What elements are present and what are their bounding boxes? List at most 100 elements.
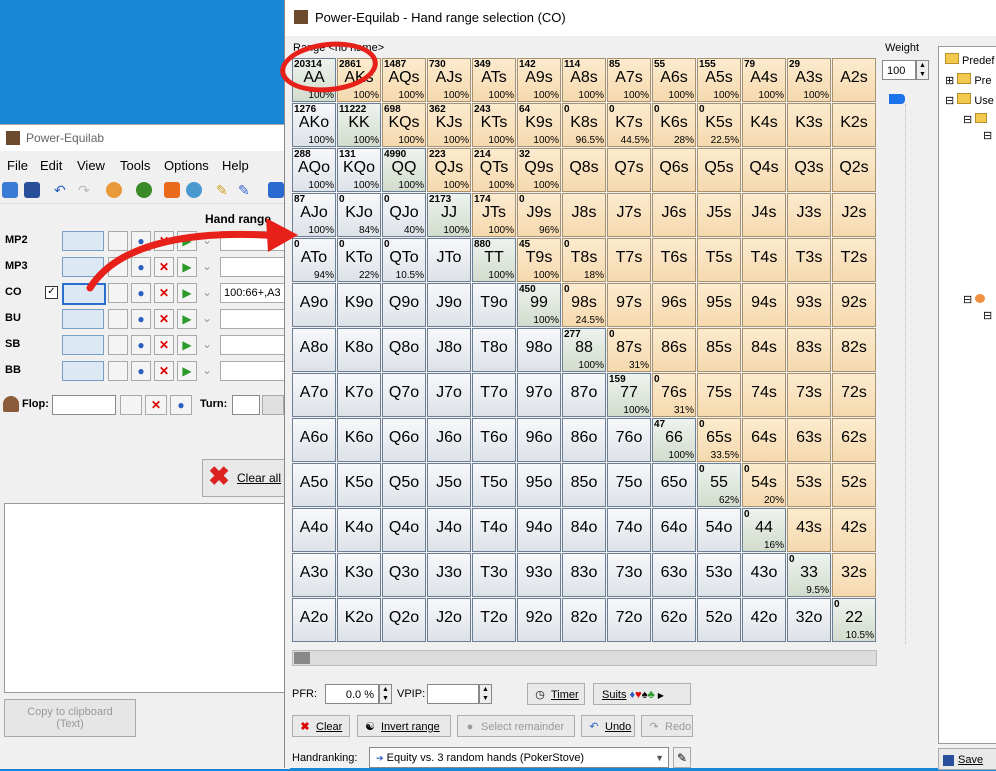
hand-cell-ATs[interactable]: 349 ATs 100%: [472, 58, 516, 102]
hand-cell-K5s[interactable]: 0 K5s 22.5%: [697, 103, 741, 147]
hand-cell-A2s[interactable]: A2s: [832, 58, 876, 102]
hand-cell-96o[interactable]: 96o: [517, 418, 561, 462]
hand-cell-62o[interactable]: 62o: [652, 598, 696, 642]
hand-cell-94o[interactable]: 94o: [517, 508, 561, 552]
hand-cell-84s[interactable]: 84s: [742, 328, 786, 372]
menu-view[interactable]: View: [77, 158, 105, 173]
pfr-input[interactable]: 0.0 %: [325, 684, 379, 704]
hand-cell-86o[interactable]: 86o: [562, 418, 606, 462]
select-remainder-button[interactable]: ● Select remainder: [457, 715, 575, 737]
pfr-spinner[interactable]: ▲ ▼: [379, 684, 392, 704]
hand-cell-42s[interactable]: 42s: [832, 508, 876, 552]
hand-cell-Q9s[interactable]: 32 Q9s 100%: [517, 148, 561, 192]
chevron-down-icon[interactable]: ⌄: [200, 309, 214, 327]
hand-cell-A8s[interactable]: 114 A8s 100%: [562, 58, 606, 102]
hand-cell-95s[interactable]: 95s: [697, 283, 741, 327]
tree-node-predefined[interactable]: Predef: [945, 53, 994, 67]
flop-card-picker-button[interactable]: [120, 395, 142, 415]
tree-expand-icon[interactable]: ⊟: [983, 129, 992, 142]
hand-cell-QJs[interactable]: 223 QJs 100%: [427, 148, 471, 192]
hand-cell-98o[interactable]: 98o: [517, 328, 561, 372]
hand-cell-85s[interactable]: 85s: [697, 328, 741, 372]
hand-cell-K9s[interactable]: 64 K9s 100%: [517, 103, 561, 147]
hand-cell-63o[interactable]: 63o: [652, 553, 696, 597]
hand-cell-92o[interactable]: 92o: [517, 598, 561, 642]
timer-button[interactable]: ◷ Timer: [527, 683, 585, 705]
weight-spinner[interactable]: ▲ ▼: [916, 60, 929, 80]
hand-cell-Q8s[interactable]: Q8s: [562, 148, 606, 192]
hand-cell-64o[interactable]: 64o: [652, 508, 696, 552]
vpip-spinner[interactable]: ▲ ▼: [479, 684, 492, 704]
hand-cell-J9s[interactable]: 0 J9s 96%: [517, 193, 561, 237]
hand-cell-A6s[interactable]: 55 A6s 100%: [652, 58, 696, 102]
hand-cell-J7o[interactable]: J7o: [427, 373, 471, 417]
hand-cell-65s[interactable]: 0 65s 33.5%: [697, 418, 741, 462]
clear-button[interactable]: ✖ Clear: [292, 715, 350, 737]
card-picker-button[interactable]: [108, 309, 128, 329]
hand-cell-J7s[interactable]: J7s: [607, 193, 651, 237]
position-checkbox[interactable]: ✓: [45, 286, 58, 299]
redo-icon[interactable]: ↷: [78, 182, 94, 198]
hand-cell-JJ[interactable]: 2173 JJ 100%: [427, 193, 471, 237]
hand-cell-43o[interactable]: 43o: [742, 553, 786, 597]
hand-cell-Q4o[interactable]: Q4o: [382, 508, 426, 552]
hand-cell-Q5o[interactable]: Q5o: [382, 463, 426, 507]
hand-cell-Q7s[interactable]: Q7s: [607, 148, 651, 192]
hand-cell-K3s[interactable]: K3s: [787, 103, 831, 147]
undo-icon[interactable]: ↶: [54, 182, 70, 198]
tree-icon[interactable]: [136, 182, 152, 198]
hand-cell-77[interactable]: 159 77 100%: [607, 373, 651, 417]
hand-cell-93s[interactable]: 93s: [787, 283, 831, 327]
hand-cell-QTo[interactable]: 0 QTo 10.5%: [382, 238, 426, 282]
hand-cell-K7s[interactable]: 0 K7s 44.5%: [607, 103, 651, 147]
hand-cell-J4s[interactable]: J4s: [742, 193, 786, 237]
hand-cell-75o[interactable]: 75o: [607, 463, 651, 507]
hand-cell-Q2s[interactable]: Q2s: [832, 148, 876, 192]
hand-cell-Q6s[interactable]: Q6s: [652, 148, 696, 192]
hand-cell-T6s[interactable]: T6s: [652, 238, 696, 282]
chevron-down-icon[interactable]: ⌄: [200, 361, 214, 379]
hand-cell-T9o[interactable]: T9o: [472, 283, 516, 327]
menu-tools[interactable]: Tools: [120, 158, 150, 173]
hand-cell-KJo[interactable]: 0 KJo 84%: [337, 193, 381, 237]
hand-cell-97s[interactable]: 97s: [607, 283, 651, 327]
hand-cell-93o[interactable]: 93o: [517, 553, 561, 597]
hand-cell-J6s[interactable]: J6s: [652, 193, 696, 237]
turn-card-picker-button[interactable]: [262, 395, 284, 415]
play-icon[interactable]: ▶: [177, 361, 197, 381]
chips-icon[interactable]: ●: [131, 335, 151, 355]
hand-cell-QJo[interactable]: 0 QJo 40%: [382, 193, 426, 237]
diamond-icon[interactable]: [268, 182, 284, 198]
chevron-down-icon[interactable]: ⌄: [200, 335, 214, 353]
copy-to-clipboard-button[interactable]: Copy to clipboard (Text): [4, 699, 136, 737]
hand-cell-T5s[interactable]: T5s: [697, 238, 741, 282]
hand-cell-K9o[interactable]: K9o: [337, 283, 381, 327]
pen-icon[interactable]: ✎: [238, 182, 254, 198]
hand-cell-A7s[interactable]: 85 A7s 100%: [607, 58, 651, 102]
hand-cell-A4o[interactable]: A4o: [292, 508, 336, 552]
hand-cell-AJs[interactable]: 730 AJs 100%: [427, 58, 471, 102]
undo-button[interactable]: ↶ Undo: [581, 715, 635, 737]
clear-x-icon[interactable]: ✕: [154, 309, 174, 329]
play-icon[interactable]: ▶: [177, 335, 197, 355]
hand-cell-K8s[interactable]: 0 K8s 96.5%: [562, 103, 606, 147]
hand-cell-22[interactable]: 0 22 10.5%: [832, 598, 876, 642]
hand-cell-63s[interactable]: 63s: [787, 418, 831, 462]
hand-cell-K2o[interactable]: K2o: [337, 598, 381, 642]
hand-cell-K2s[interactable]: K2s: [832, 103, 876, 147]
hand-cell-T6o[interactable]: T6o: [472, 418, 516, 462]
menu-options[interactable]: Options: [164, 158, 209, 173]
hand-cell-74s[interactable]: 74s: [742, 373, 786, 417]
hand-cell-54o[interactable]: 54o: [697, 508, 741, 552]
hand-cell-AQo[interactable]: 288 AQo 100%: [292, 148, 336, 192]
horizontal-slider-thumb[interactable]: [294, 652, 310, 664]
hand-cell-92s[interactable]: 92s: [832, 283, 876, 327]
hand-cell-J8s[interactable]: J8s: [562, 193, 606, 237]
vpip-input[interactable]: [427, 684, 479, 704]
hand-cell-44[interactable]: 0 44 16%: [742, 508, 786, 552]
hand-cell-Q9o[interactable]: Q9o: [382, 283, 426, 327]
hand-cell-J4o[interactable]: J4o: [427, 508, 471, 552]
hand-cell-94s[interactable]: 94s: [742, 283, 786, 327]
hand-cell-A4s[interactable]: 79 A4s 100%: [742, 58, 786, 102]
card-picker-button[interactable]: [108, 335, 128, 355]
